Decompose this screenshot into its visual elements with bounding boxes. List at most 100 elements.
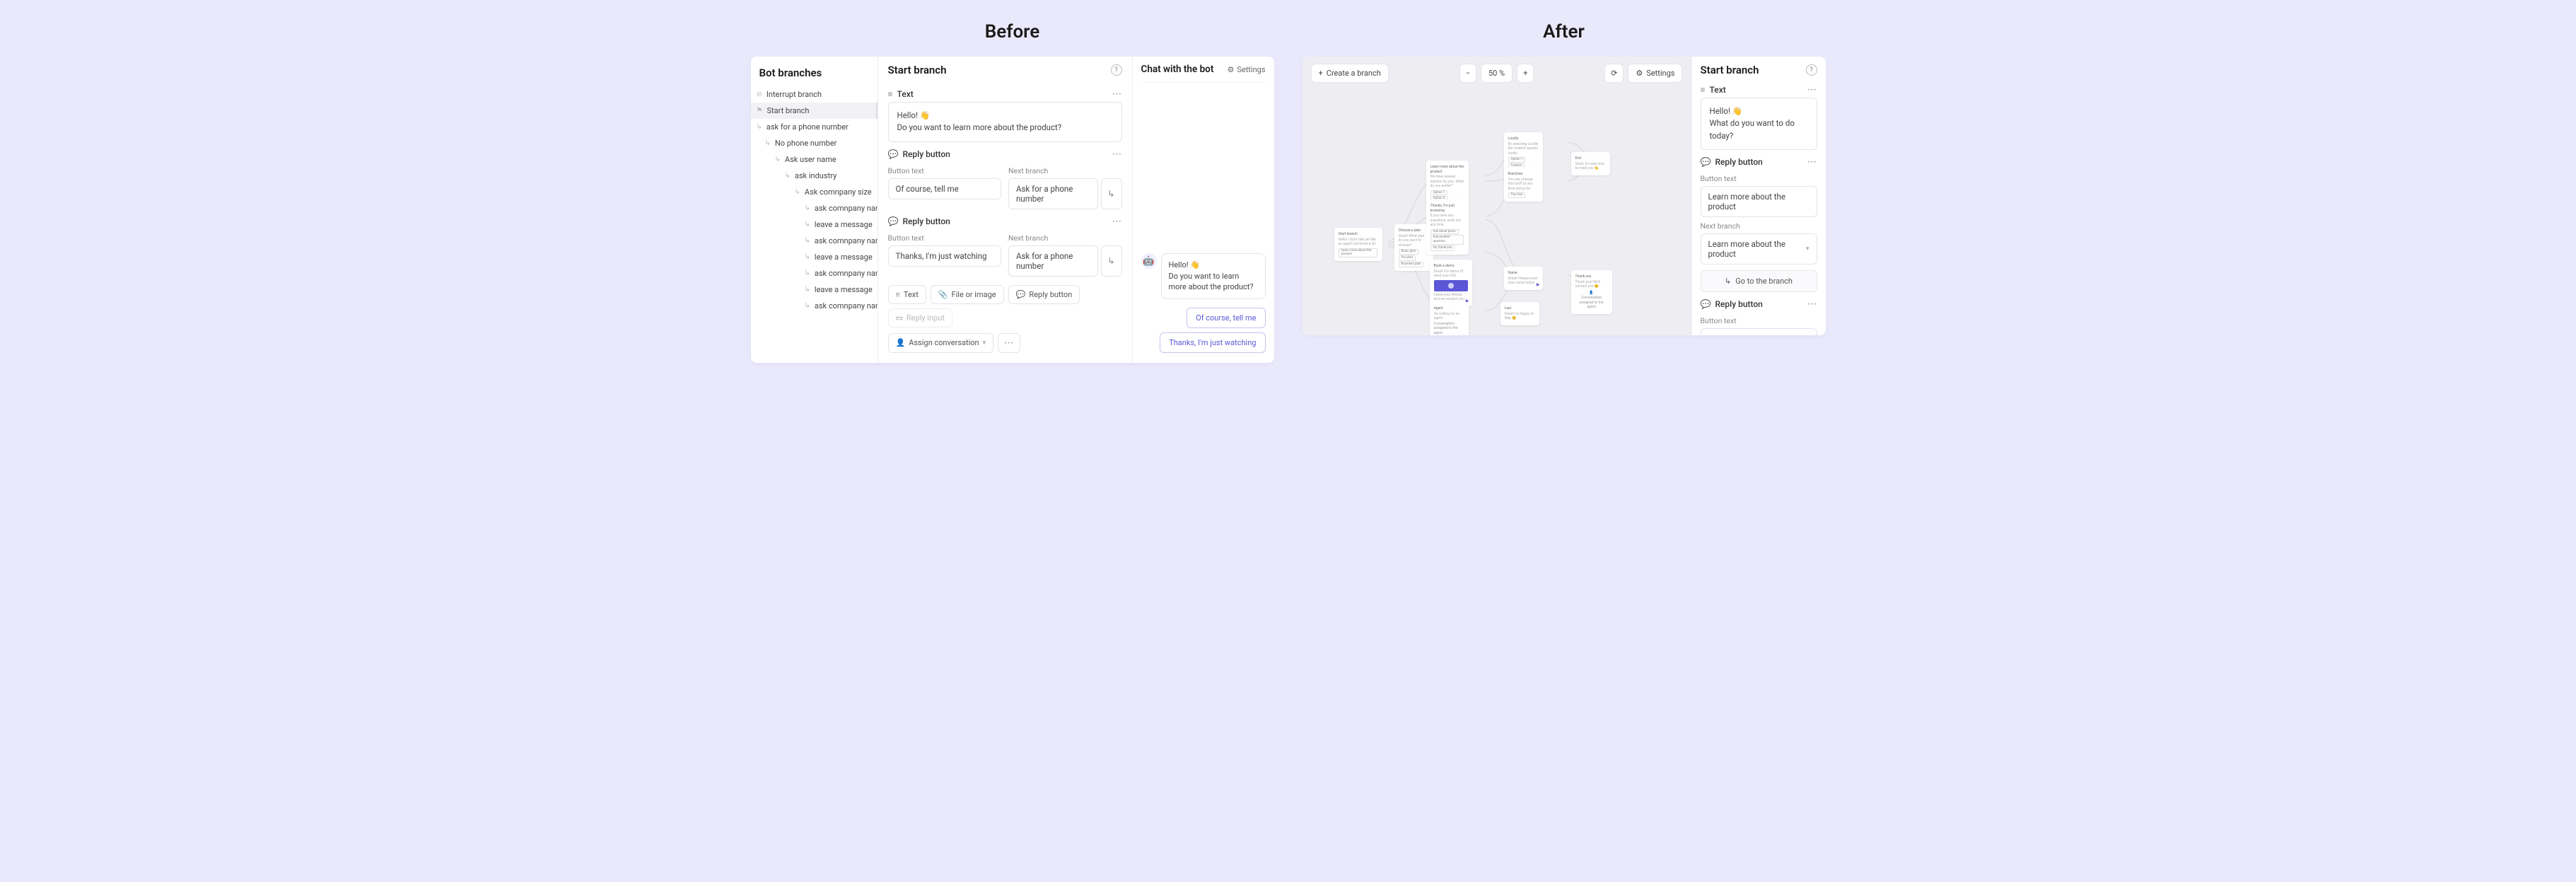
before-panel: Bot branches ⊘Interrupt branch⚑Start bra… xyxy=(751,57,1274,363)
arrow-icon: ↳ xyxy=(805,204,810,212)
chat-reply-option-1[interactable]: Of course, tell me xyxy=(1187,308,1265,328)
canvas-node[interactable]: Name Great! Please enter your name below… xyxy=(1504,267,1543,290)
add-reply-input-button[interactable]: ▭Reply input xyxy=(888,308,952,327)
next-branch-label: Next branch xyxy=(1701,221,1817,231)
canvas-node[interactable]: Learn more about the product We have sev… xyxy=(1426,161,1469,205)
tree-item-label: No phone number xyxy=(775,139,837,148)
zoom-level[interactable]: 50 % xyxy=(1481,64,1513,83)
canvas-node[interactable]: Last Great! I'm happy to help 😊 xyxy=(1500,302,1539,325)
reply2-next-branch-input[interactable]: Ask for a phone number xyxy=(1008,245,1098,277)
canvas-node[interactable]: Loudly By selecting Loudly the chatbot s… xyxy=(1504,132,1543,173)
text-block-content[interactable]: Hello! 👋 What do you want to do today? xyxy=(1701,98,1817,150)
reply2-menu-icon[interactable]: ··· xyxy=(1807,299,1817,309)
minus-icon: − xyxy=(1466,69,1470,78)
flag-icon: ⚑ xyxy=(757,107,763,115)
zoom-in-button[interactable]: + xyxy=(1517,64,1534,83)
sidepanel-title: Start branch xyxy=(1701,64,1759,76)
add-reply-button-button[interactable]: 💬Reply button xyxy=(1008,285,1080,304)
tree-item[interactable]: ↳leave a message xyxy=(751,216,878,233)
tree-item[interactable]: ↳Ask user name xyxy=(751,151,878,168)
reply-block-label: Reply button xyxy=(902,216,950,226)
tree-item-label: ask industry xyxy=(795,171,837,180)
reply1-goto-button[interactable]: ↳ xyxy=(1101,178,1122,209)
help-icon[interactable]: ? xyxy=(1806,64,1817,76)
editor-pane: Start branch ? ≡ Text ··· Hello! 👋 Do xyxy=(878,57,1133,363)
create-branch-button[interactable]: +Create a branch xyxy=(1311,64,1389,83)
help-icon[interactable]: ? xyxy=(1111,64,1122,76)
canvas-node[interactable]: Thanks, I'm just browsing If you have an… xyxy=(1426,199,1469,255)
tree-item[interactable]: ↳ask comnpany name xyxy=(751,233,878,249)
bot-message: Hello! 👋 Do you want to learn more about… xyxy=(1161,253,1266,298)
plus-icon: + xyxy=(1523,69,1527,78)
reply-block-label: Reply button xyxy=(1715,157,1762,167)
before-heading: Before xyxy=(985,21,1040,42)
canvas-settings-button[interactable]: ⚙Settings xyxy=(1628,64,1682,83)
sidebar: Bot branches ⊘Interrupt branch⚑Start bra… xyxy=(751,57,878,363)
reply2-menu-icon[interactable]: ··· xyxy=(1112,216,1122,226)
tree-item-label: leave a message xyxy=(815,220,873,229)
text-block-label: Text xyxy=(1710,85,1726,95)
chat-title: Chat with the bot xyxy=(1141,64,1214,75)
tree-item[interactable]: ↳ask for a phone number xyxy=(751,119,878,135)
arrow-icon: ↳ xyxy=(1107,189,1114,199)
tree-item[interactable]: ⚑Start branch xyxy=(751,103,878,119)
bot-avatar-icon: 🤖 xyxy=(1141,253,1157,269)
text-block-menu-icon[interactable]: ··· xyxy=(1807,85,1817,95)
canvas-node[interactable]: Agent I'm calling for an agent Conversat… xyxy=(1430,302,1469,335)
reply1-button-text-input[interactable]: Learn more about the product xyxy=(1701,186,1817,217)
assign-conversation-button[interactable]: 👤Assign conversation▾ xyxy=(888,333,994,353)
chat-reply-option-2[interactable]: Thanks, I'm just watching xyxy=(1160,332,1265,353)
reply-block-label: Reply button xyxy=(1715,299,1762,309)
reply-icon: 💬 xyxy=(1701,299,1711,309)
reply1-menu-icon[interactable]: ··· xyxy=(1112,149,1122,159)
user-icon: 👤 xyxy=(896,338,906,347)
add-text-button[interactable]: ≡Text xyxy=(888,285,926,304)
more-actions-button[interactable]: ··· xyxy=(998,333,1020,353)
tree-item[interactable]: ↳leave a message xyxy=(751,282,878,298)
canvas-node[interactable]: Book a demo Great! For demo I'll need yo… xyxy=(1430,260,1472,306)
add-file-button[interactable]: 📎File or image xyxy=(931,285,1004,304)
tree-item-label: leave a message xyxy=(815,285,873,294)
gear-icon: ⚙ xyxy=(1636,69,1643,78)
refresh-button[interactable]: ⟳ xyxy=(1604,64,1624,83)
canvas-node[interactable]: Thank you Thank you! We'll contact you 😊… xyxy=(1571,270,1612,314)
text-block-menu-icon[interactable]: ··· xyxy=(1112,89,1122,99)
tree-item[interactable]: ⊘Interrupt branch xyxy=(751,86,878,103)
chevron-down-icon: ▾ xyxy=(1806,245,1809,253)
text-icon: ≡ xyxy=(888,89,893,99)
canvas-area: +Create a branch − 50 % + ⟳ ⚙Settings xyxy=(1302,57,1691,335)
text-block-content[interactable]: Hello! 👋 Do you want to learn more about… xyxy=(888,102,1122,142)
branch-tree: ⊘Interrupt branch⚑Start branch↳ask for a… xyxy=(751,86,878,314)
zoom-out-button[interactable]: − xyxy=(1459,64,1476,83)
arrow-icon: ↳ xyxy=(805,253,810,261)
arrow-icon: ↳ xyxy=(765,139,771,147)
reply1-next-branch-input[interactable]: Ask for a phone number xyxy=(1008,178,1098,209)
canvas-node[interactable]: Start branch Hello! I don't talk yet lik… xyxy=(1334,228,1382,261)
tree-item-label: ask comnpany name xyxy=(815,204,878,213)
tree-item[interactable]: ↳ ask comnpany name xyxy=(751,200,878,216)
reply2-button-text-input[interactable]: Thanks, I'm just watching xyxy=(888,245,1002,267)
tree-item-label: Ask comnpany size xyxy=(805,187,872,197)
text-icon: ≡ xyxy=(1701,85,1706,95)
tree-item[interactable]: ↳leave a message xyxy=(751,249,878,265)
canvas-node[interactable]: End Great, it's was nice to meet you 👋 xyxy=(1571,152,1610,175)
reply1-button-text-input[interactable]: Of course, tell me xyxy=(888,178,1002,199)
canvas-node[interactable]: Branches You can change this tariff at a… xyxy=(1504,168,1543,202)
tree-item[interactable]: ↳ask comnpany name xyxy=(751,298,878,314)
go-to-branch-button[interactable]: ↳ Go to the branch xyxy=(1701,270,1817,292)
reply2-button-text-input[interactable]: Choose a plan xyxy=(1701,328,1817,335)
reply2-goto-button[interactable]: ↳ xyxy=(1101,245,1122,277)
canvas-view[interactable]: Start branch Hello! I don't talk yet lik… xyxy=(1302,90,1691,335)
next-branch-label: Next branch xyxy=(1008,166,1122,175)
tree-item[interactable]: ↳Ask comnpany size xyxy=(751,184,878,200)
reply1-menu-icon[interactable]: ··· xyxy=(1807,157,1817,167)
next-branch-label: Next branch xyxy=(1008,233,1122,243)
tree-item[interactable]: ↳ No phone number xyxy=(751,135,878,151)
tree-item-label: ask comnpany name xyxy=(815,301,878,311)
chat-settings-button[interactable]: ⚙Settings xyxy=(1227,65,1265,74)
reply1-next-branch-select[interactable]: Learn more about the product ▾ xyxy=(1701,233,1817,265)
tree-item-label: ask for a phone number xyxy=(767,122,849,132)
button-text-label: Button text xyxy=(888,233,1002,243)
tree-item[interactable]: ↳ask industry xyxy=(751,168,878,184)
tree-item[interactable]: ↳ask comnpany name xyxy=(751,265,878,282)
